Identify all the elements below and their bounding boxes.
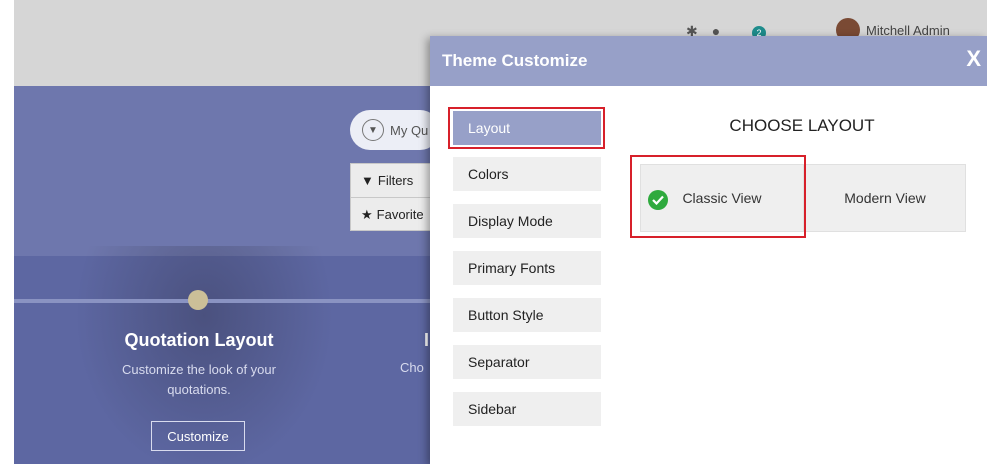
next-step-description: Cho — [400, 360, 424, 375]
layout-option-modern[interactable]: Modern View — [804, 164, 966, 232]
customize-button[interactable]: Customize — [151, 421, 245, 451]
search-options-dropdown: ▼ Filters ★ Favorite — [350, 163, 432, 231]
description-line-1: Customize the look of your — [122, 362, 276, 377]
left-margin — [0, 0, 14, 464]
onboarding-progress-line — [14, 299, 434, 303]
search-placeholder: My Qu — [390, 122, 429, 138]
next-step-title: I — [424, 330, 430, 350]
search-input[interactable]: ▼ My Qu — [350, 110, 440, 150]
filters-label: Filters — [377, 173, 414, 188]
theme-customize-modal: Theme Customize X Layout Colors Display … — [430, 36, 987, 464]
filters-menu-item[interactable]: ▼ Filters — [351, 164, 431, 198]
section-title: CHOOSE LAYOUT — [729, 116, 875, 135]
favorites-label: Favorite — [376, 207, 424, 222]
onboarding-step-title: Quotation Layout — [124, 330, 274, 350]
layout-option-label: Modern View — [844, 190, 926, 206]
onboarding-step-description: Customize the look of your quotations. — [94, 360, 304, 400]
nav-item-layout[interactable]: Layout — [453, 111, 601, 145]
nav-item-primary-fonts[interactable]: Primary Fonts — [453, 251, 601, 285]
nav-item-display-mode[interactable]: Display Mode — [453, 204, 601, 238]
nav-item-separator[interactable]: Separator — [453, 345, 601, 379]
filter-icon: ▼ — [361, 173, 374, 188]
layout-option-classic[interactable]: Classic View — [640, 164, 804, 232]
nav-item-button-style[interactable]: Button Style — [453, 298, 601, 332]
star-icon: ★ — [361, 206, 373, 222]
description-line-2: quotations. — [167, 382, 231, 397]
nav-item-sidebar[interactable]: Sidebar — [453, 392, 601, 426]
layout-option-label: Classic View — [682, 190, 762, 206]
modal-header: Theme Customize X — [430, 36, 987, 86]
funnel-icon: ▼ — [362, 119, 384, 141]
onboarding-step-dot — [188, 290, 208, 310]
nav-item-colors[interactable]: Colors — [453, 157, 601, 191]
close-button[interactable]: X — [966, 46, 981, 72]
favorites-menu-item[interactable]: ★ Favorite — [351, 198, 431, 231]
modal-title: Theme Customize — [442, 51, 588, 70]
check-circle-icon — [648, 190, 668, 210]
